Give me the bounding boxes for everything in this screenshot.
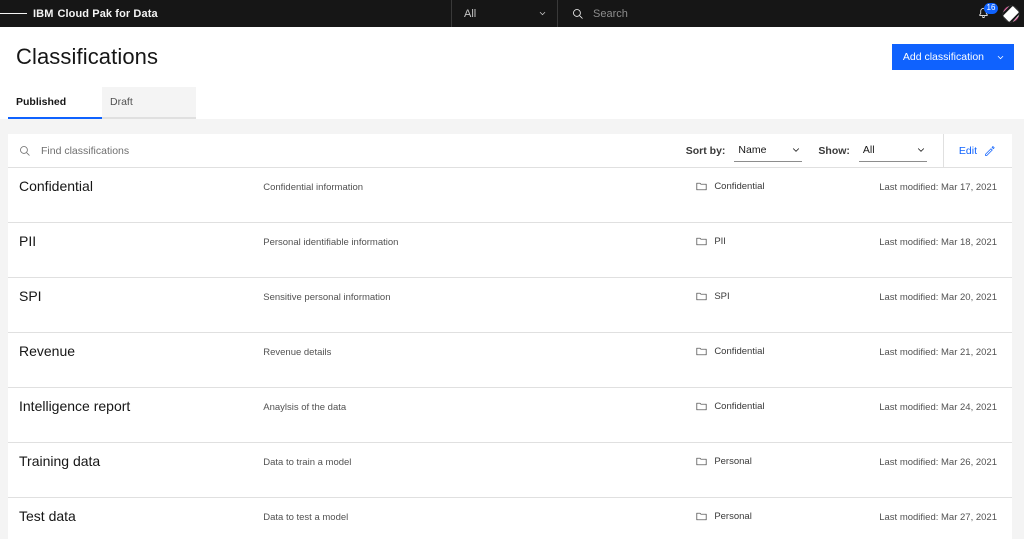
table-toolbar: Find classifications Sort by: Name Show:…	[8, 134, 1012, 168]
global-header: IBM Cloud Pak for Data All Search 16	[0, 0, 1024, 27]
table-row[interactable]: Revenue Revenue details Confidential Las…	[8, 333, 1012, 388]
classification-modified: Last modified: Mar 27, 2021	[879, 512, 997, 523]
tab-bar-filler	[196, 87, 1024, 119]
find-classifications-input[interactable]: Find classifications	[8, 134, 686, 167]
tab-bar: Published Draft	[0, 87, 1024, 119]
chevron-down-icon	[996, 53, 1005, 62]
brand-product-text: Cloud Pak for Data	[57, 7, 158, 20]
classification-category-label: Confidential	[714, 401, 765, 412]
classification-name: Training data	[19, 453, 101, 469]
find-classifications-placeholder: Find classifications	[41, 144, 130, 157]
tab-draft-label: Draft	[110, 96, 133, 108]
classification-category-label: Confidential	[714, 181, 765, 192]
classifications-card: Find classifications Sort by: Name Show:…	[8, 134, 1012, 539]
folder-icon	[696, 181, 707, 192]
classification-description: Personal identifiable information	[263, 237, 399, 248]
content-area: Find classifications Sort by: Name Show:…	[0, 119, 1024, 539]
chevron-down-icon	[538, 9, 547, 18]
notification-count-badge: 16	[984, 3, 998, 14]
sort-by-group: Sort by: Name	[686, 134, 819, 167]
table-row[interactable]: PII Personal identifiable information PI…	[8, 223, 1012, 278]
classification-modified: Last modified: Mar 18, 2021	[879, 237, 997, 248]
chevron-down-icon	[791, 145, 801, 155]
sort-by-label: Sort by:	[685, 144, 726, 157]
pencil-edit-icon	[984, 145, 996, 157]
classification-description: Data to train a model	[263, 457, 352, 468]
global-search-placeholder: Search	[593, 7, 628, 20]
classification-description: Sensitive personal information	[263, 292, 391, 303]
classification-category: Confidential	[696, 398, 879, 412]
show-value: All	[862, 144, 875, 156]
notifications-button[interactable]: 16	[970, 0, 998, 27]
tab-published-label: Published	[16, 96, 67, 108]
add-classification-button[interactable]: Add classification	[891, 44, 1014, 70]
classification-category-label: SPI	[714, 291, 730, 302]
classification-category-label: PII	[714, 236, 726, 247]
tab-draft[interactable]: Draft	[102, 87, 196, 119]
table-row[interactable]: Confidential Confidential information Co…	[8, 168, 1012, 223]
add-classification-label: Add classification	[902, 51, 984, 63]
show-dropdown[interactable]: All	[858, 140, 927, 162]
classification-description: Anaylsis of the data	[263, 402, 347, 413]
global-search-input[interactable]: Search	[558, 0, 970, 27]
classification-description: Confidential information	[263, 182, 364, 193]
folder-icon	[696, 456, 707, 467]
chevron-down-icon	[916, 145, 926, 155]
classification-name: PII	[19, 233, 37, 249]
classification-description: Data to test a model	[263, 512, 349, 523]
classification-category: PII	[696, 233, 879, 247]
classification-category: SPI	[696, 288, 879, 302]
table-row[interactable]: Intelligence report Anaylsis of the data…	[8, 388, 1012, 443]
user-avatar-icon	[1002, 5, 1020, 23]
search-scope-value: All	[464, 7, 477, 20]
classification-description: Revenue details	[263, 347, 332, 358]
classification-name: Confidential	[19, 178, 93, 194]
classification-category: Confidential	[696, 178, 879, 192]
classification-name: Test data	[19, 508, 76, 524]
table-row[interactable]: Training data Data to train a model Pers…	[8, 443, 1012, 498]
folder-icon	[696, 346, 707, 357]
header-spacer	[158, 0, 451, 27]
classification-name: Revenue	[19, 343, 76, 359]
show-group: Show: All	[818, 134, 943, 167]
classifications-table: Confidential Confidential information Co…	[8, 168, 1012, 539]
title-row: Classifications Add classification	[0, 27, 1024, 87]
classification-name: SPI	[19, 288, 42, 304]
classification-category-label: Personal	[714, 456, 752, 467]
sort-by-dropdown[interactable]: Name	[734, 140, 803, 162]
table-row[interactable]: Test data Data to test a model Personal …	[8, 498, 1012, 539]
tab-published[interactable]: Published	[8, 87, 102, 119]
classification-modified: Last modified: Mar 20, 2021	[879, 292, 997, 303]
classification-category: Personal	[696, 453, 879, 467]
page-title: Classifications	[16, 44, 159, 69]
brand-ibm-text: IBM	[33, 7, 54, 20]
folder-icon	[696, 511, 707, 522]
brand-label[interactable]: IBM Cloud Pak for Data	[27, 0, 158, 27]
classification-modified: Last modified: Mar 21, 2021	[879, 347, 997, 358]
classification-category: Personal	[696, 508, 879, 522]
classification-modified: Last modified: Mar 17, 2021	[879, 182, 997, 193]
classification-category-label: Confidential	[714, 346, 765, 357]
show-label: Show:	[818, 144, 850, 157]
edit-button[interactable]: Edit	[942, 134, 1012, 167]
classification-category-label: Personal	[714, 511, 752, 522]
sort-by-value: Name	[738, 144, 767, 156]
classification-modified: Last modified: Mar 26, 2021	[879, 457, 997, 468]
search-icon	[19, 145, 31, 157]
search-scope-dropdown[interactable]: All	[451, 0, 558, 27]
classification-name: Intelligence report	[19, 398, 131, 414]
edit-label: Edit	[958, 144, 977, 157]
folder-icon	[696, 291, 707, 302]
table-row[interactable]: SPI Sensitive personal information SPI L…	[8, 278, 1012, 333]
user-avatar[interactable]	[997, 0, 1024, 27]
classification-modified: Last modified: Mar 24, 2021	[879, 402, 997, 413]
folder-icon	[696, 401, 707, 412]
classification-category: Confidential	[696, 343, 879, 357]
hamburger-menu-icon[interactable]	[0, 0, 27, 27]
search-icon	[572, 8, 584, 20]
folder-icon	[696, 236, 707, 247]
page-header-area: Classifications Add classification Publi…	[0, 27, 1024, 119]
